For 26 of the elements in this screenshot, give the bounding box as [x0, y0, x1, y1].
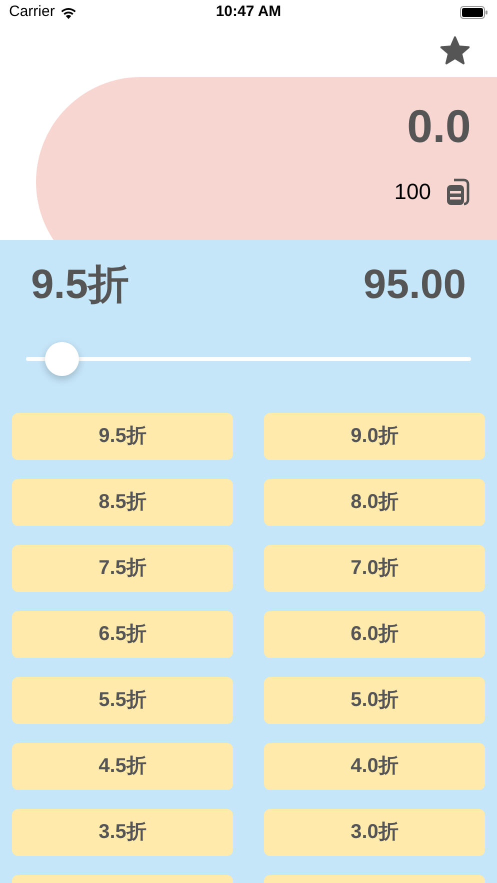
discount-button[interactable]: 6.5折 [12, 610, 233, 658]
total-amount: 0.0 [407, 103, 471, 149]
discount-button[interactable]: 8.0折 [264, 478, 485, 526]
stack-icon[interactable] [445, 178, 471, 206]
discounted-price: 95.00 [363, 260, 466, 309]
slider-thumb[interactable] [44, 342, 79, 376]
discount-button[interactable]: 5.0折 [264, 676, 485, 724]
discount-button[interactable]: 8.5折 [12, 478, 233, 526]
discount-button[interactable]: 3.5折 [12, 808, 233, 856]
discount-label: 9.5折 [31, 260, 129, 309]
discount-button[interactable]: 7.0折 [264, 544, 485, 592]
star-icon[interactable] [439, 36, 471, 66]
discount-button[interactable]: 4.0折 [264, 742, 485, 790]
price-value: 100 [394, 178, 431, 206]
battery-icon [460, 6, 488, 19]
discount-button[interactable]: 9.5折 [12, 412, 233, 460]
discount-button[interactable]: 7.5折 [12, 544, 233, 592]
clock-time: 10:47 AM [216, 2, 282, 22]
discount-button[interactable]: 9.0折 [264, 412, 485, 460]
carrier-label: Carrier [9, 2, 55, 22]
discount-button[interactable]: 4.5折 [12, 742, 233, 790]
discount-slider[interactable] [26, 342, 471, 376]
discount-button[interactable]: 6.0折 [264, 610, 485, 658]
wifi-icon [60, 6, 77, 19]
discount-button[interactable]: 5.5折 [12, 676, 233, 724]
discount-button[interactable]: 3.0折 [264, 808, 485, 856]
